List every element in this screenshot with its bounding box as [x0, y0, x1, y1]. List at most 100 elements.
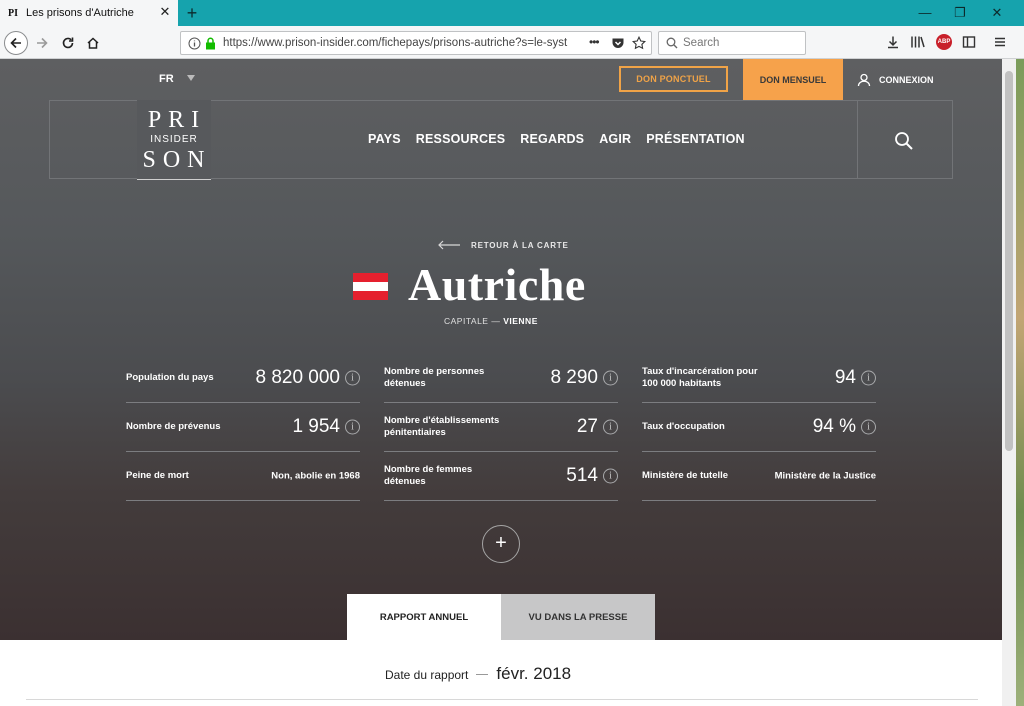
info-icon[interactable]: i	[345, 370, 360, 386]
flag-stripe-bottom	[353, 291, 388, 300]
info-icon[interactable]: i	[603, 370, 618, 386]
stat-detainees: Nombre de personnes détenues 8 290 i	[384, 354, 618, 403]
close-tab-icon[interactable]: ✕	[158, 5, 172, 19]
info-icon[interactable]: i	[861, 370, 876, 386]
stat-value: 8 820 000	[255, 367, 340, 388]
restore-icon[interactable]: ❐	[943, 0, 977, 26]
info-icon[interactable]: i	[861, 419, 876, 435]
report-date-label: Date du rapport	[385, 668, 469, 682]
stat-value: 27	[576, 416, 598, 437]
stat-label: Nombre d'établissements pénitentiaires	[384, 415, 500, 438]
back-icon[interactable]	[4, 31, 28, 55]
info-icon[interactable]: i	[603, 468, 618, 484]
nav-ressources[interactable]: RESSOURCES	[416, 132, 506, 146]
info-icon[interactable]: i	[345, 419, 360, 435]
stat-label: Taux d'occupation	[642, 421, 725, 432]
donate-once-button[interactable]: DON PONCTUEL	[619, 66, 728, 92]
stat-label: Population du pays	[126, 372, 214, 383]
adblock-icon[interactable]: ABP	[936, 34, 952, 50]
back-to-map-link[interactable]: RETOUR À LA CARTE	[437, 240, 569, 250]
stat-incarceration-rate: Taux d'incarcération pour 100 000 habita…	[642, 354, 876, 403]
site-logo[interactable]: PRI INSIDER SON	[137, 100, 211, 180]
bookmark-star-icon[interactable]	[632, 36, 646, 50]
minimize-icon[interactable]: —	[908, 0, 942, 26]
logo-top: PRI	[147, 106, 207, 133]
browser-toolbar: https://www.prison-insider.com/fichepays…	[0, 26, 1024, 59]
expand-stats-button[interactable]: +	[482, 525, 520, 563]
tab-annual-report[interactable]: RAPPORT ANNUEL	[347, 594, 501, 640]
stat-label: Peine de mort	[126, 470, 189, 481]
url-text: https://www.prison-insider.com/fichepays…	[223, 37, 568, 49]
stat-pretrial: Nombre de prévenus 1 954 i	[126, 403, 360, 452]
favicon-icon: PI	[8, 7, 18, 19]
report-date-value: févr. 2018	[496, 664, 572, 683]
main-nav: PAYS RESSOURCES REGARDS AGIR PRÉSENTATIO…	[368, 132, 745, 146]
page-actions-icon[interactable]: •••	[589, 35, 600, 49]
stat-women-detainees: Nombre de femmes détenues 514 i	[384, 452, 618, 501]
report-date-separator	[476, 674, 489, 675]
tab-title: Les prisons d'Autriche	[26, 7, 134, 19]
stat-death-penalty: Peine de mort Non, abolie en 1968	[126, 452, 360, 501]
header-divider	[857, 100, 858, 179]
flag-stripe-middle	[353, 282, 388, 291]
country-hero: FR DON PONCTUEL DON MENSUEL CONNEXION PR…	[0, 59, 1002, 640]
nav-regards[interactable]: REGARDS	[520, 132, 584, 146]
chevron-down-icon[interactable]	[187, 75, 195, 81]
stat-label: Nombre de prévenus	[126, 421, 221, 432]
pocket-icon[interactable]	[611, 37, 625, 50]
stat-label: Ministère de tutelle	[642, 470, 729, 481]
sidebar-icon[interactable]	[962, 35, 976, 49]
stat-occupancy: Taux d'occupation 94 % i	[642, 403, 876, 452]
reload-icon[interactable]	[56, 31, 80, 55]
stat-label: Nombre de femmes détenues	[384, 464, 473, 487]
arrow-left-icon	[438, 240, 460, 250]
nav-presentation[interactable]: PRÉSENTATION	[646, 132, 744, 146]
stat-value: 514	[566, 465, 598, 486]
login-label: CONNEXION	[879, 74, 934, 85]
capital-value: VIENNE	[503, 316, 538, 326]
flag-stripe-top	[353, 273, 388, 282]
close-window-icon[interactable]: ✕	[980, 0, 1014, 26]
new-tab-icon[interactable]: +	[182, 3, 202, 23]
capital-line: CAPITALE — VIENNE	[444, 316, 538, 326]
search-icon	[666, 37, 678, 49]
desktop-background	[1016, 59, 1024, 706]
lock-icon	[206, 37, 215, 50]
report-date: Date du rapport févr. 2018	[385, 664, 571, 684]
library-icon[interactable]	[910, 35, 926, 49]
capital-separator: —	[491, 316, 501, 326]
download-icon[interactable]	[886, 35, 900, 49]
country-title: Autriche	[408, 259, 586, 310]
address-bar[interactable]: https://www.prison-insider.com/fichepays…	[180, 31, 652, 55]
page-viewport: FR DON PONCTUEL DON MENSUEL CONNEXION PR…	[0, 59, 1002, 706]
forward-icon[interactable]	[30, 31, 54, 55]
nav-pays[interactable]: PAYS	[368, 132, 401, 146]
stat-population: Population du pays 8 820 000 i	[126, 354, 360, 403]
capital-label: CAPITALE	[444, 316, 489, 326]
browser-search-input[interactable]: Search	[658, 31, 806, 55]
stat-value: 94	[834, 367, 856, 388]
scrollbar-thumb[interactable]	[1005, 71, 1013, 451]
stat-value: Non, abolie en 1968	[271, 470, 360, 482]
browser-tab[interactable]: PI Les prisons d'Autriche ✕	[0, 0, 178, 26]
tab-press[interactable]: VU DANS LA PRESSE	[501, 594, 655, 640]
stat-facilities: Nombre d'établissements pénitentiaires 2…	[384, 403, 618, 452]
browser-tab-strip: PI Les prisons d'Autriche ✕ + — ❐ ✕	[0, 0, 1024, 26]
logo-bottom: SON	[142, 146, 212, 173]
stat-ministry: Ministère de tutelle Ministère de la Jus…	[642, 452, 876, 501]
donate-monthly-button[interactable]: DON MENSUEL	[743, 59, 843, 100]
logo-middle: INSIDER	[150, 133, 198, 145]
info-icon[interactable]: i	[603, 419, 618, 435]
home-icon[interactable]	[81, 31, 105, 55]
stat-value: Ministère de la Justice	[774, 470, 876, 482]
hamburger-menu-icon[interactable]	[993, 35, 1007, 49]
page-scrollbar[interactable]	[1002, 59, 1016, 706]
search-icon[interactable]	[893, 130, 915, 152]
nav-agir[interactable]: AGIR	[599, 132, 631, 146]
info-circle-icon[interactable]	[188, 37, 201, 50]
stat-label: Nombre de personnes détenues	[384, 366, 485, 389]
language-selector[interactable]: FR	[159, 73, 174, 85]
stat-value: 8 290	[550, 367, 598, 388]
login-button[interactable]: CONNEXION	[843, 59, 953, 100]
search-placeholder: Search	[683, 37, 720, 49]
